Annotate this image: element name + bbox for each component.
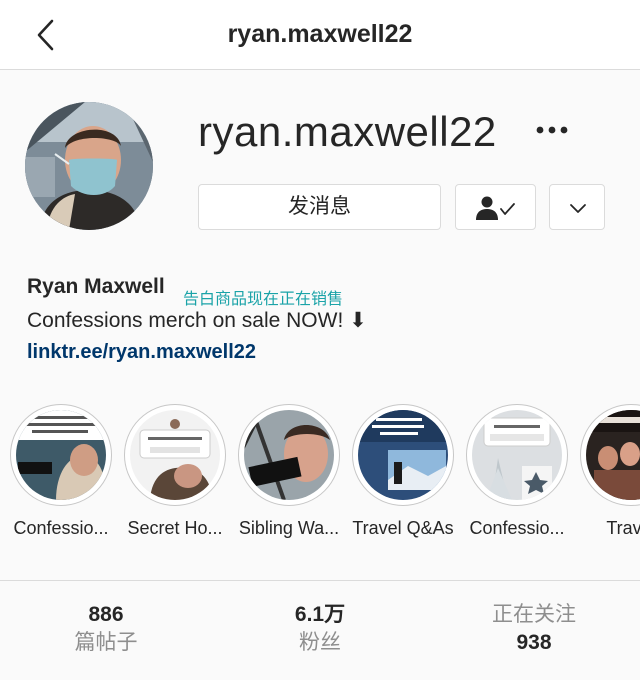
highlight-cover bbox=[244, 410, 334, 500]
highlight-ring bbox=[238, 404, 340, 506]
highlight-cover bbox=[472, 410, 562, 500]
highlight-label: Confessio... bbox=[13, 518, 109, 538]
following-button[interactable] bbox=[455, 184, 536, 230]
suggestions-dropdown-button[interactable] bbox=[549, 184, 605, 230]
message-button[interactable]: 发消息 bbox=[198, 184, 441, 230]
highlight-ring bbox=[466, 404, 568, 506]
posts-count-label: 篇帖子 bbox=[74, 631, 138, 654]
highlight-label: Travel Q&As bbox=[352, 518, 454, 538]
profile-bio: Confessions merch on sale NOW! ⬇ bbox=[27, 309, 367, 332]
following-count[interactable]: 正在关注 938 bbox=[444, 601, 624, 657]
following-count-label: 正在关注 bbox=[492, 603, 576, 626]
highlight-ring bbox=[124, 404, 226, 506]
followers-count-label: 粉丝 bbox=[299, 631, 341, 654]
highlight-label: Travel bbox=[606, 518, 640, 538]
top-bar: ryan.maxwell22 bbox=[0, 0, 640, 70]
profile-avatar[interactable] bbox=[25, 102, 153, 230]
profile-full-name: Ryan Maxwell bbox=[27, 275, 165, 298]
more-options-button[interactable] bbox=[528, 114, 576, 146]
highlight-cover bbox=[586, 410, 640, 500]
more-horizontal-icon bbox=[536, 126, 568, 134]
highlight-cover bbox=[358, 410, 448, 500]
posts-count[interactable]: 886 篇帖子 bbox=[16, 601, 196, 657]
person-check-icon bbox=[476, 196, 515, 220]
profile-stats: 886 篇帖子 6.1万 粉丝 正在关注 938 bbox=[0, 580, 640, 680]
following-count-value: 938 bbox=[516, 631, 552, 654]
page-title: ryan.maxwell22 bbox=[227, 20, 413, 48]
bio-translation: 告白商品现在正在销售 bbox=[183, 291, 344, 308]
highlight-label: Sibling Wa... bbox=[238, 518, 340, 538]
highlight-label: Secret Ho... bbox=[127, 518, 223, 538]
highlight-ring bbox=[10, 404, 112, 506]
highlight-cover bbox=[16, 410, 106, 500]
posts-count-value: 886 bbox=[88, 603, 124, 626]
highlight-ring bbox=[580, 404, 640, 506]
highlight-cover bbox=[130, 410, 220, 500]
followers-count-value: 6.1万 bbox=[294, 603, 346, 626]
highlight-ring bbox=[352, 404, 454, 506]
highlight-label: Confessio... bbox=[469, 518, 565, 538]
chevron-down-icon bbox=[570, 204, 586, 213]
story-highlights: Confessio... Secret Ho... Sibling Wa... … bbox=[0, 404, 640, 552]
profile-link[interactable]: linktr.ee/ryan.maxwell22 bbox=[27, 341, 256, 364]
followers-count[interactable]: 6.1万 粉丝 bbox=[230, 601, 410, 657]
profile-username: ryan.maxwell22 bbox=[198, 108, 497, 155]
